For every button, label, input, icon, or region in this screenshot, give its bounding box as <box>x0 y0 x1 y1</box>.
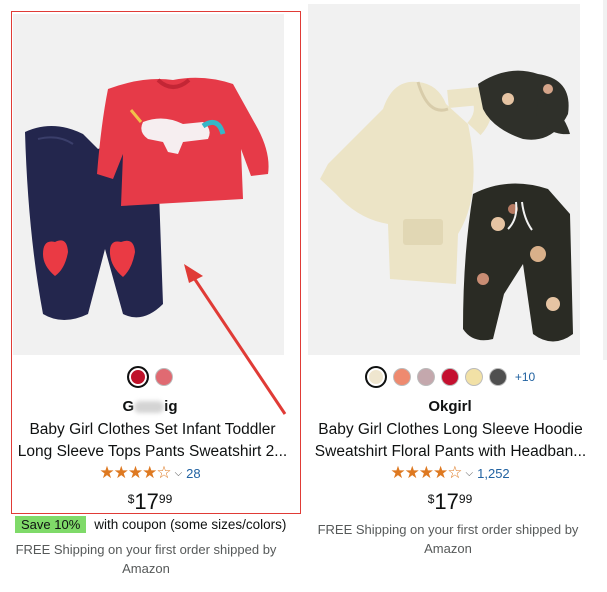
rating: ★★★★☆ ⌵ 1,252 <box>300 463 600 483</box>
brand-name: Gig <box>0 398 300 415</box>
star-rating-icon[interactable]: ★★★★☆ <box>99 463 171 483</box>
price-cents: 99 <box>458 492 473 506</box>
title-line: Baby Girl Clothes Set Infant Toddler <box>29 421 276 438</box>
product-title-link[interactable]: Baby Girl Clothes Set Infant Toddler Lon… <box>10 419 295 463</box>
more-colors-link[interactable]: +10 <box>515 370 535 384</box>
color-swatches: +10 <box>300 366 600 388</box>
coupon: Save 10% with coupon (some sizes/colors) <box>15 516 286 533</box>
brand-blurred-segment <box>134 401 165 414</box>
color-swatch[interactable] <box>155 368 173 386</box>
color-swatch[interactable] <box>464 368 483 386</box>
product-image-baby-unicorn-set[interactable] <box>13 14 284 355</box>
product-image-hoodie-floral-set[interactable] <box>308 4 580 355</box>
review-count-link[interactable]: 28 <box>186 466 200 481</box>
title-line: Long Sleeve Tops Pants Sweatshirt 2... <box>17 443 288 460</box>
color-swatches <box>0 366 300 388</box>
color-swatch[interactable] <box>364 366 387 388</box>
chevron-down-icon[interactable]: ⌵ <box>175 468 183 479</box>
title-line: Baby Girl Clothes Long Sleeve Hoodie <box>318 421 583 438</box>
coupon-text: with coupon (some sizes/colors) <box>94 517 287 532</box>
brand-prefix: G <box>122 398 135 415</box>
price: $1799 <box>300 489 600 515</box>
product-title-link[interactable]: Baby Girl Clothes Long Sleeve Hoodie Swe… <box>308 419 593 463</box>
review-count-link[interactable]: 1,252 <box>477 466 510 481</box>
price-whole: 17 <box>134 489 159 514</box>
brand-suffix: ig <box>164 398 178 415</box>
currency-symbol: $ <box>127 492 135 506</box>
shipping-info: FREE Shipping on your first order shippe… <box>15 542 277 576</box>
title-line: Sweatshirt Floral Pants with Headban... <box>314 443 587 460</box>
shipping-info: FREE Shipping on your first order shippe… <box>317 522 579 556</box>
product-image-illustration <box>308 4 580 355</box>
coupon-badge: Save 10% <box>15 516 87 533</box>
color-swatch[interactable] <box>416 368 435 386</box>
price: $1799 <box>0 489 300 515</box>
color-swatch[interactable] <box>392 368 411 386</box>
rating: ★★★★☆ ⌵ 28 <box>0 463 300 483</box>
color-swatch[interactable] <box>488 368 507 386</box>
chevron-down-icon[interactable]: ⌵ <box>466 468 474 479</box>
next-card-edge <box>603 0 607 360</box>
brand-name: Okgirl <box>428 398 472 415</box>
color-swatch[interactable] <box>440 368 459 386</box>
star-rating-icon[interactable]: ★★★★☆ <box>390 463 462 483</box>
color-swatch[interactable] <box>127 366 149 388</box>
currency-symbol: $ <box>427 492 435 506</box>
price-whole: 17 <box>434 489 459 514</box>
price-cents: 99 <box>158 492 173 506</box>
product-image-illustration <box>13 14 284 355</box>
